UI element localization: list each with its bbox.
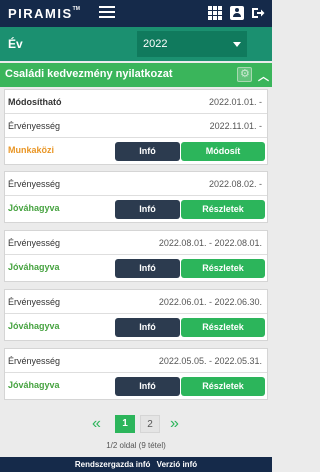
gear-icon[interactable] bbox=[237, 67, 252, 82]
pagination-info: 1/2 oldal (9 tétel) bbox=[106, 441, 166, 450]
card-action-row: Jóváhagyva Infó Részletek bbox=[5, 196, 267, 222]
row-value: 2022.08.02. - bbox=[208, 179, 262, 189]
card-action-row: Jóváhagyva Infó Részletek bbox=[5, 314, 267, 340]
page-1-button[interactable]: 1 bbox=[115, 415, 135, 433]
details-button[interactable]: Részletek bbox=[181, 377, 265, 396]
card-row: Érvényesség 2022.05.05. - 2022.05.31. bbox=[5, 349, 267, 373]
details-button[interactable]: Részletek bbox=[181, 259, 265, 278]
declaration-card: Módosítható 2022.01.01. - Érvényesség 20… bbox=[4, 89, 268, 165]
declaration-card: Érvényesség 2022.05.05. - 2022.05.31. Jó… bbox=[4, 348, 268, 400]
card-action-row: Jóváhagyva Infó Részletek bbox=[5, 373, 267, 399]
details-button[interactable]: Részletek bbox=[181, 318, 265, 337]
section-header[interactable]: Családi kedvezmény nyilatkozat ︿ bbox=[0, 63, 272, 87]
logout-icon[interactable] bbox=[251, 6, 265, 20]
chevron-up-icon[interactable]: ︿ bbox=[258, 68, 269, 84]
status-label: Munkaközi bbox=[8, 145, 55, 155]
card-row: Érvényesség 2022.08.01. - 2022.08.01. bbox=[5, 231, 267, 255]
next-page-button[interactable]: » bbox=[170, 415, 179, 433]
row-label: Érvényesség bbox=[8, 297, 61, 307]
declaration-card: Érvényesség 2022.06.01. - 2022.06.30. Jó… bbox=[4, 289, 268, 341]
row-value: 2022.06.01. - 2022.06.30. bbox=[158, 297, 262, 307]
user-card-icon[interactable] bbox=[230, 6, 244, 20]
row-value: 2022.01.01. - bbox=[208, 97, 262, 107]
info-button[interactable]: Infó bbox=[115, 318, 180, 337]
status-label: Jóváhagyva bbox=[8, 380, 60, 390]
admin-info-link[interactable]: Rendszergazda infó bbox=[75, 460, 151, 469]
declaration-card: Érvényesség 2022.08.02. - Jóváhagyva Inf… bbox=[4, 171, 268, 223]
page-2-button[interactable]: 2 bbox=[140, 415, 160, 433]
row-value: 2022.08.01. - 2022.08.01. bbox=[158, 238, 262, 248]
year-select[interactable]: 2022 bbox=[137, 31, 247, 57]
year-select-value: 2022 bbox=[143, 38, 168, 50]
details-button[interactable]: Részletek bbox=[181, 200, 265, 219]
version-info-link[interactable]: Verzió infó bbox=[157, 460, 197, 469]
status-label: Jóváhagyva bbox=[8, 262, 60, 272]
row-value: 2022.11.01. - bbox=[209, 121, 262, 131]
section-title: Családi kedvezmény nyilatkozat bbox=[5, 68, 173, 80]
chevron-down-icon bbox=[233, 42, 241, 47]
status-label: Jóváhagyva bbox=[8, 321, 60, 331]
pagination: « 1 2 » bbox=[0, 414, 272, 434]
row-label: Érvényesség bbox=[8, 238, 61, 248]
logo[interactable]: PIRAMISTM bbox=[8, 6, 80, 21]
info-button[interactable]: Infó bbox=[115, 142, 180, 161]
top-navbar: PIRAMISTM bbox=[0, 0, 272, 27]
row-label: Érvényesség bbox=[8, 121, 61, 131]
info-button[interactable]: Infó bbox=[115, 259, 180, 278]
card-row: Érvényesség 2022.06.01. - 2022.06.30. bbox=[5, 290, 267, 314]
row-label: Módosítható bbox=[8, 97, 62, 107]
card-row: Érvényesség 2022.11.01. - bbox=[5, 114, 267, 138]
apps-grid-icon[interactable] bbox=[208, 6, 222, 20]
info-button[interactable]: Infó bbox=[115, 377, 180, 396]
card-row: Módosítható 2022.01.01. - bbox=[5, 90, 267, 114]
row-value: 2022.05.05. - 2022.05.31. bbox=[158, 356, 262, 366]
card-action-row: Jóváhagyva Infó Részletek bbox=[5, 255, 267, 281]
menu-icon[interactable] bbox=[99, 6, 115, 20]
footer: Rendszergazda infó Verzió infó bbox=[0, 457, 272, 472]
year-label: Év bbox=[8, 37, 23, 51]
declaration-card: Érvényesség 2022.08.01. - 2022.08.01. Jó… bbox=[4, 230, 268, 282]
card-row: Érvényesség 2022.08.02. - bbox=[5, 172, 267, 196]
modify-button[interactable]: Módosít bbox=[181, 142, 265, 161]
row-label: Érvényesség bbox=[8, 356, 61, 366]
card-action-row: Munkaközi Infó Módosít bbox=[5, 138, 267, 164]
status-label: Jóváhagyva bbox=[8, 203, 60, 213]
info-button[interactable]: Infó bbox=[115, 200, 180, 219]
prev-page-button[interactable]: « bbox=[92, 415, 101, 433]
row-label: Érvényesség bbox=[8, 179, 61, 189]
